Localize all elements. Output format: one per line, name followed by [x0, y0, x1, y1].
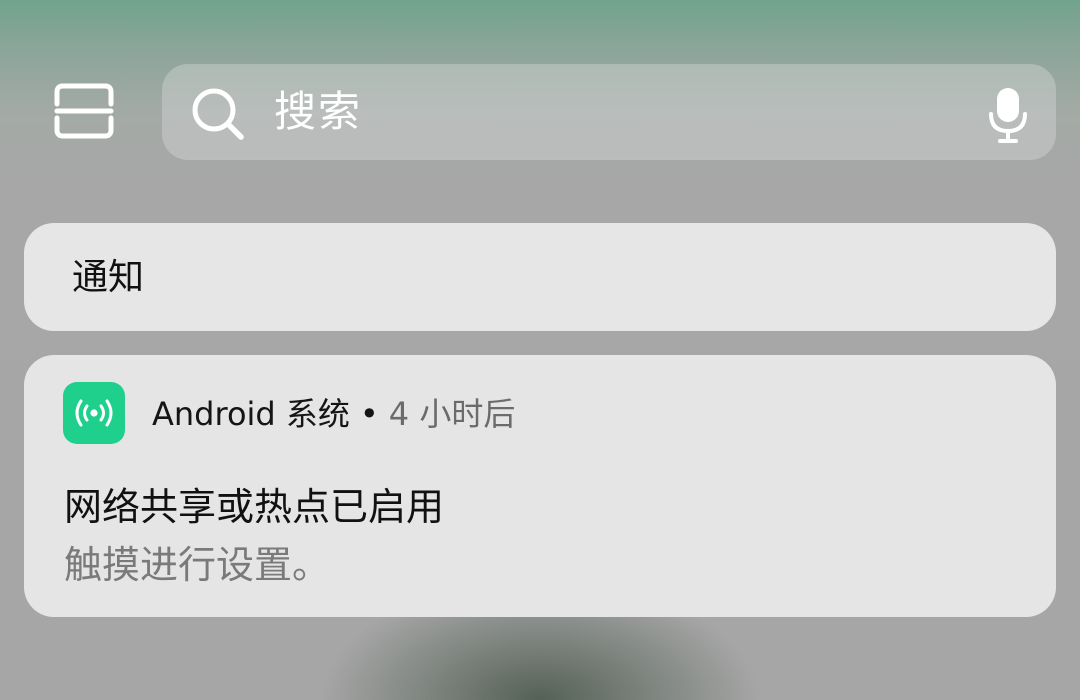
notification-time: 4 小时后	[388, 395, 516, 433]
app-icon	[63, 382, 125, 444]
notification-card[interactable]: Android 系统 • 4 小时后 网络共享或热点已启用 触摸进行设置。	[24, 355, 1056, 617]
search-bar[interactable]: 搜索	[162, 64, 1056, 160]
notifications-title: 通知	[72, 257, 145, 298]
search-icon	[192, 88, 244, 140]
notifications-header: 通知	[24, 223, 1056, 331]
scan-button[interactable]	[48, 78, 120, 144]
mic-icon[interactable]	[988, 86, 1028, 144]
meta-separator: •	[359, 395, 379, 433]
notification-text: 触摸进行设置。	[64, 543, 331, 587]
notification-title: 网络共享或热点已启用	[64, 485, 445, 529]
scan-icon	[54, 83, 114, 139]
hotspot-icon	[75, 399, 113, 427]
app-name: Android 系统	[152, 395, 350, 433]
notification-meta: Android 系统 • 4 小时后	[152, 391, 515, 437]
search-placeholder: 搜索	[274, 87, 363, 136]
